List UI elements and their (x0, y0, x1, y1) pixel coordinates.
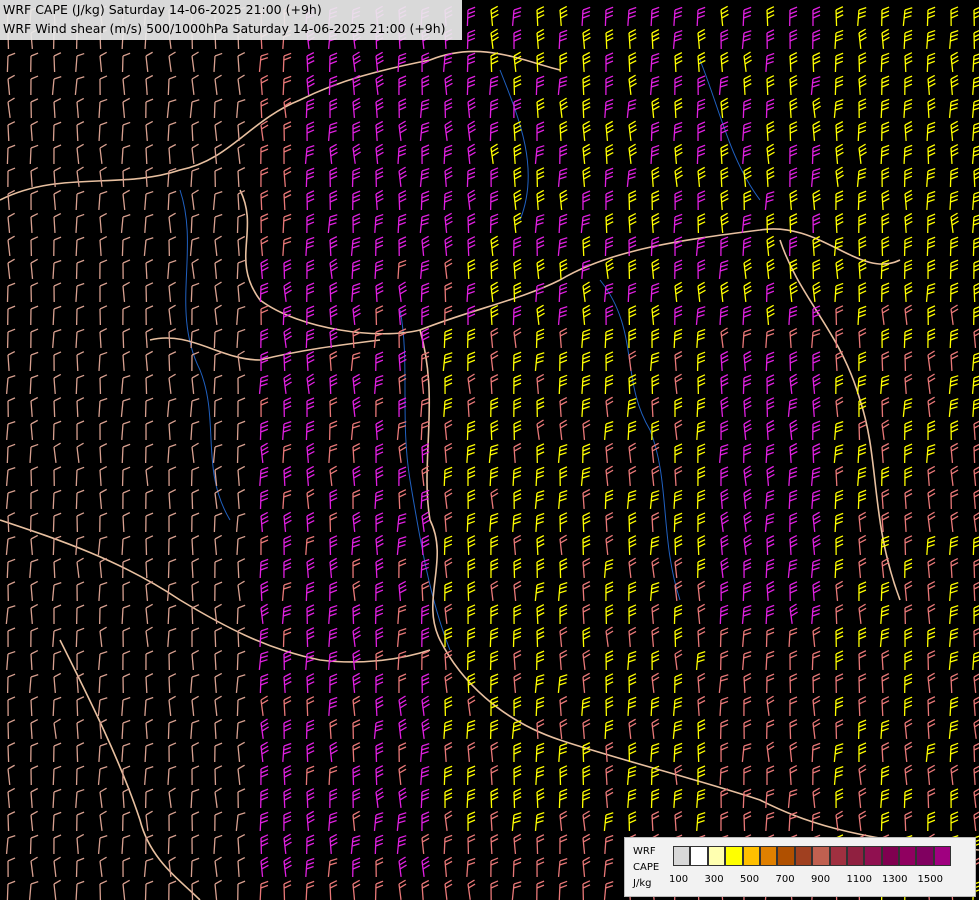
legend-swatches (673, 846, 952, 866)
legend-tick-label: 700 (775, 874, 795, 885)
legend-tick-label: 500 (740, 874, 760, 885)
legend-tick-label: 900 (811, 874, 831, 885)
legend-swatch (742, 846, 760, 866)
legend-swatch (864, 846, 882, 866)
legend-swatch (881, 846, 900, 866)
legend-tick-label: 1500 (917, 874, 943, 885)
legend-swatch (933, 846, 952, 866)
legend-swatch (759, 846, 778, 866)
legend-swatch (916, 846, 934, 866)
legend-swatch (673, 846, 691, 866)
legend-swatch (690, 846, 708, 866)
legend-tick-label: 300 (704, 874, 724, 885)
legend-tick-label: 1100 (846, 874, 872, 885)
legend-label-cape: CAPE (633, 862, 660, 873)
legend-swatch (899, 846, 917, 866)
weather-map (0, 0, 979, 900)
legend-swatch (829, 846, 847, 866)
map-title-box: WRF CAPE (J/kg) Saturday 14-06-2025 21:0… (0, 0, 462, 40)
legend-swatch (812, 846, 830, 866)
legend-label-unit: J/kg (633, 878, 652, 889)
legend-swatch (725, 846, 743, 866)
legend-tick-label: 100 (669, 874, 689, 885)
legend-label-wrf: WRF (633, 846, 656, 857)
legend-swatch (707, 846, 726, 866)
legend-swatch (777, 846, 795, 866)
legend-swatch (794, 846, 813, 866)
legend-ticks: 100 300 500 700 900 1100 1300 1500 (669, 874, 979, 888)
legend-tick-label: 1300 (882, 874, 908, 885)
title-wind-shear: WRF Wind shear (m/s) 500/1000hPa Saturda… (3, 21, 446, 36)
title-cape: WRF CAPE (J/kg) Saturday 14-06-2025 21:0… (3, 2, 322, 17)
cape-legend: WRF CAPE J/kg 100 300 500 700 900 1100 1300 150… (624, 837, 976, 897)
legend-swatch (846, 846, 865, 866)
